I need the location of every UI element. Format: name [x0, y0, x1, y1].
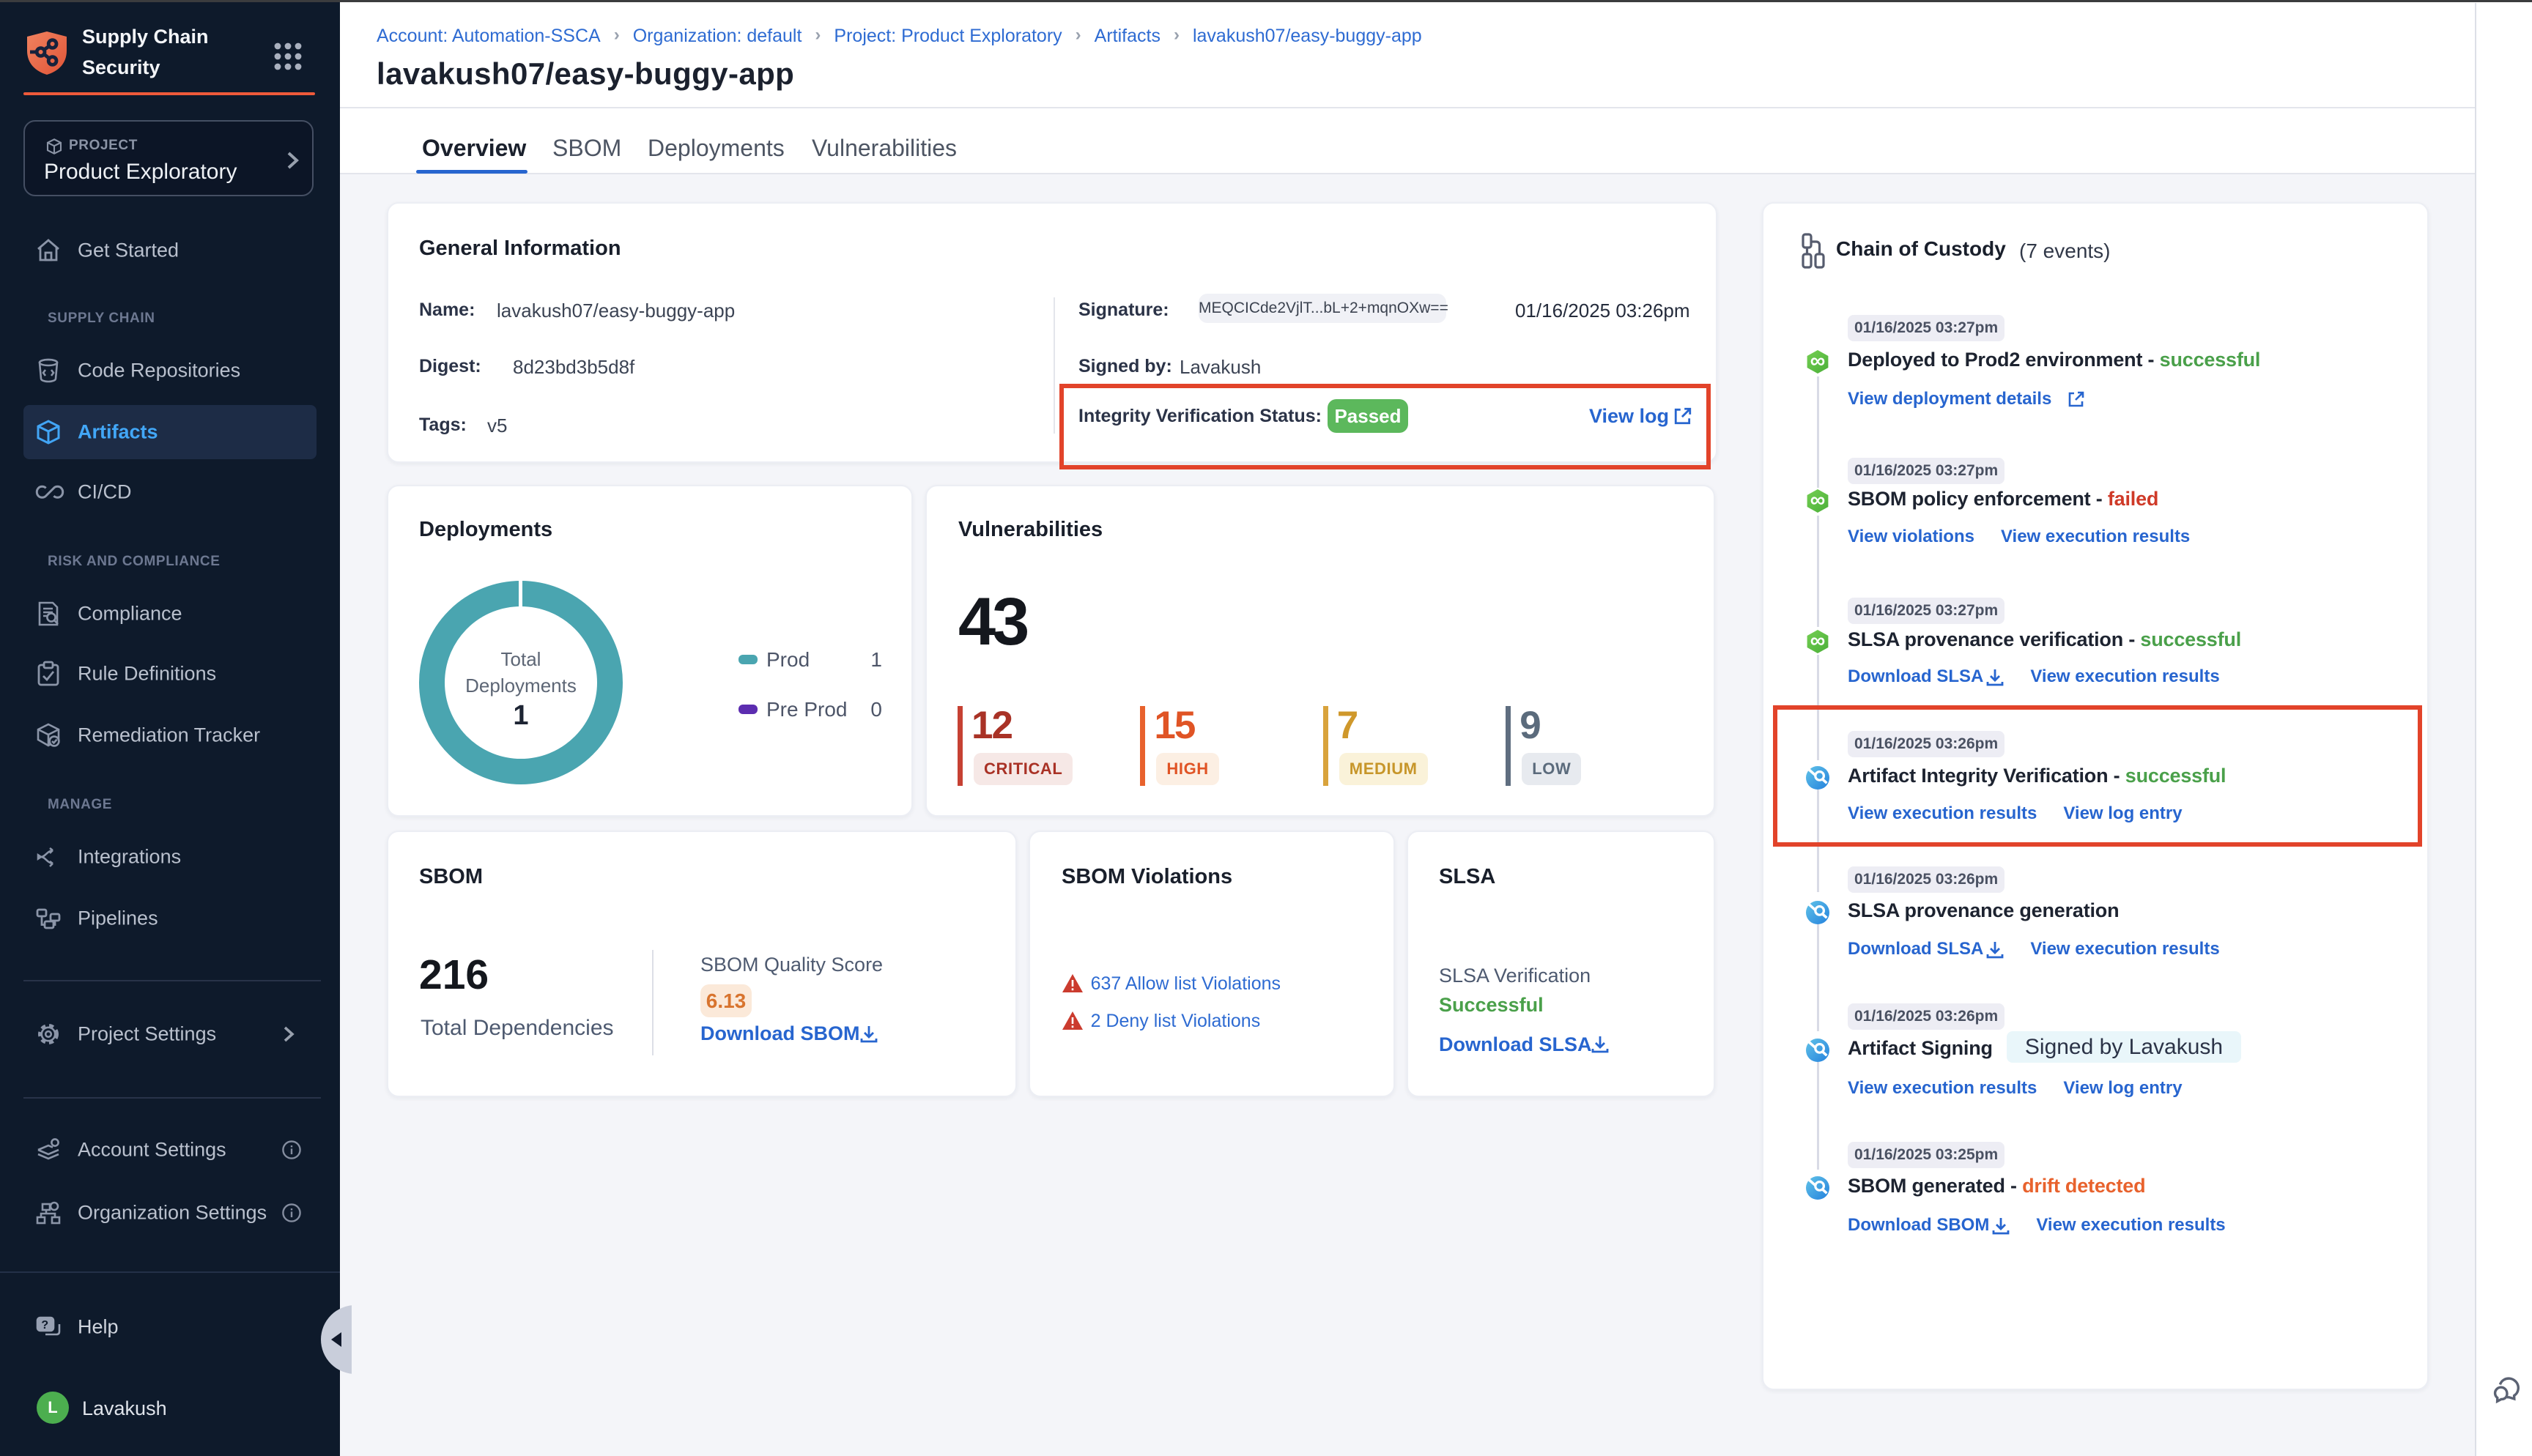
- svg-text:?: ?: [41, 1319, 48, 1331]
